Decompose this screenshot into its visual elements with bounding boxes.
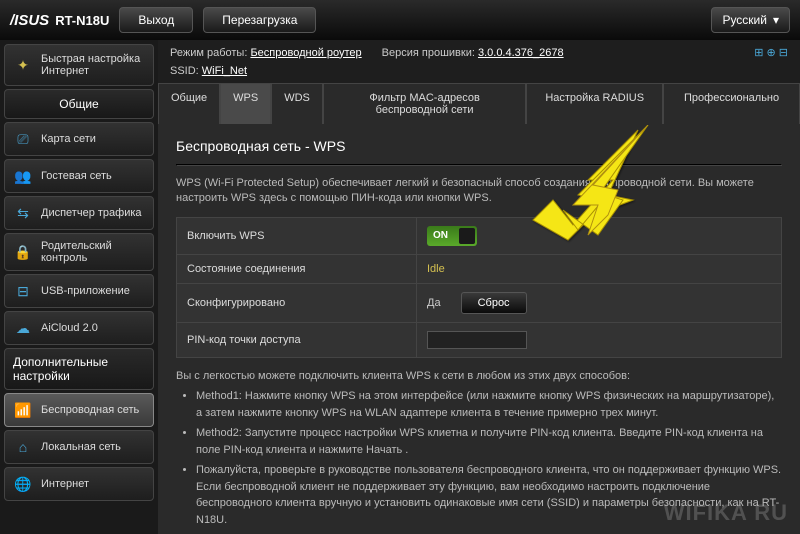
globe-icon: 🌐	[13, 474, 33, 494]
sidebar-lan[interactable]: ⌂Локальная сеть	[4, 430, 154, 464]
quick-setup-button[interactable]: ✦ Быстрая настройка Интернет	[4, 44, 154, 86]
brand-logo: /ISUS RT-N18U	[10, 12, 109, 29]
sidebar-network-map[interactable]: ⎚Карта сети	[4, 122, 154, 156]
tab-wps[interactable]: WPS	[220, 83, 271, 124]
main-content: Режим работы: Беспроводной роутер Версия…	[158, 40, 800, 534]
watermark: WIFIKA RU	[664, 500, 788, 526]
pin-input[interactable]	[427, 331, 527, 349]
sidebar-aicloud[interactable]: ☁AiCloud 2.0	[4, 311, 154, 345]
tab-professional[interactable]: Профессионально	[663, 83, 800, 124]
configured-value: Да	[427, 297, 441, 309]
lock-icon: 🔒	[13, 242, 33, 262]
network-icon: ⎚	[13, 129, 33, 149]
tab-wds[interactable]: WDS	[271, 83, 323, 124]
sidebar-guest-network[interactable]: 👥Гостевая сеть	[4, 159, 154, 193]
reset-button[interactable]: Сброс	[461, 292, 527, 314]
sidebar-label: Быстрая настройка Интернет	[41, 53, 145, 77]
chevron-down-icon: ▾	[773, 13, 779, 27]
sidebar-wan[interactable]: 🌐Интернет	[4, 467, 154, 501]
home-icon: ⌂	[13, 437, 33, 457]
mode-label: Режим работы:	[170, 47, 247, 59]
ssid-label: SSID:	[170, 65, 199, 77]
tab-radius[interactable]: Настройка RADIUS	[526, 83, 663, 124]
usb-icon: ⊟	[13, 281, 33, 301]
tab-bar: Общие WPS WDS Фильтр MAC-адресов беспров…	[158, 83, 800, 124]
language-selector[interactable]: Русский▾	[711, 7, 790, 33]
mode-link[interactable]: Беспроводной роутер	[250, 47, 361, 59]
ssid-link[interactable]: WiFi_Net	[202, 65, 247, 77]
guest-icon: 👥	[13, 166, 33, 186]
method2-text: Method2: Запустите процесс настройки WPS…	[196, 425, 782, 458]
fw-link[interactable]: 3.0.0.4.376_2678	[478, 47, 564, 59]
sidebar-wireless[interactable]: 📶Беспроводная сеть	[4, 393, 154, 427]
sidebar: ✦ Быстрая настройка Интернет Общие ⎚Карт…	[0, 40, 158, 534]
sidebar-traffic-manager[interactable]: ⇆Диспетчер трафика	[4, 196, 154, 230]
tab-mac-filter[interactable]: Фильтр MAC-адресов беспроводной сети	[323, 83, 526, 124]
reboot-button[interactable]: Перезагрузка	[203, 7, 316, 33]
pin-label: PIN-код точки доступа	[177, 322, 417, 357]
sidebar-parental-control[interactable]: 🔒Родительский контроль	[4, 233, 154, 271]
tab-general[interactable]: Общие	[158, 83, 220, 124]
wand-icon: ✦	[13, 55, 33, 75]
sidebar-usb-app[interactable]: ⊟USB-приложение	[4, 274, 154, 308]
status-icons: ⊞ ⊕ ⊟	[754, 46, 788, 59]
connection-state-value: Idle	[427, 263, 445, 275]
enable-wps-label: Включить WPS	[177, 217, 417, 254]
methods-intro: Вы с легкостью можете подключить клиента…	[176, 368, 782, 385]
sidebar-section-advanced: Дополнительные настройки	[4, 348, 154, 390]
wifi-icon: 📶	[13, 400, 33, 420]
traffic-icon: ⇆	[13, 203, 33, 223]
cloud-icon: ☁	[13, 318, 33, 338]
logout-button[interactable]: Выход	[119, 7, 193, 33]
connection-state-label: Состояние соединения	[177, 254, 417, 283]
page-description: WPS (Wi-Fi Protected Setup) обеспечивает…	[176, 176, 782, 207]
wps-toggle[interactable]: ON	[427, 226, 477, 246]
configured-label: Сконфигурировано	[177, 283, 417, 322]
sidebar-section-general: Общие	[4, 89, 154, 119]
page-title: Беспроводная сеть - WPS	[176, 138, 782, 154]
method1-text: Method1: Нажмите кнопку WPS на этом инте…	[196, 388, 782, 421]
fw-label: Версия прошивки:	[382, 47, 475, 59]
